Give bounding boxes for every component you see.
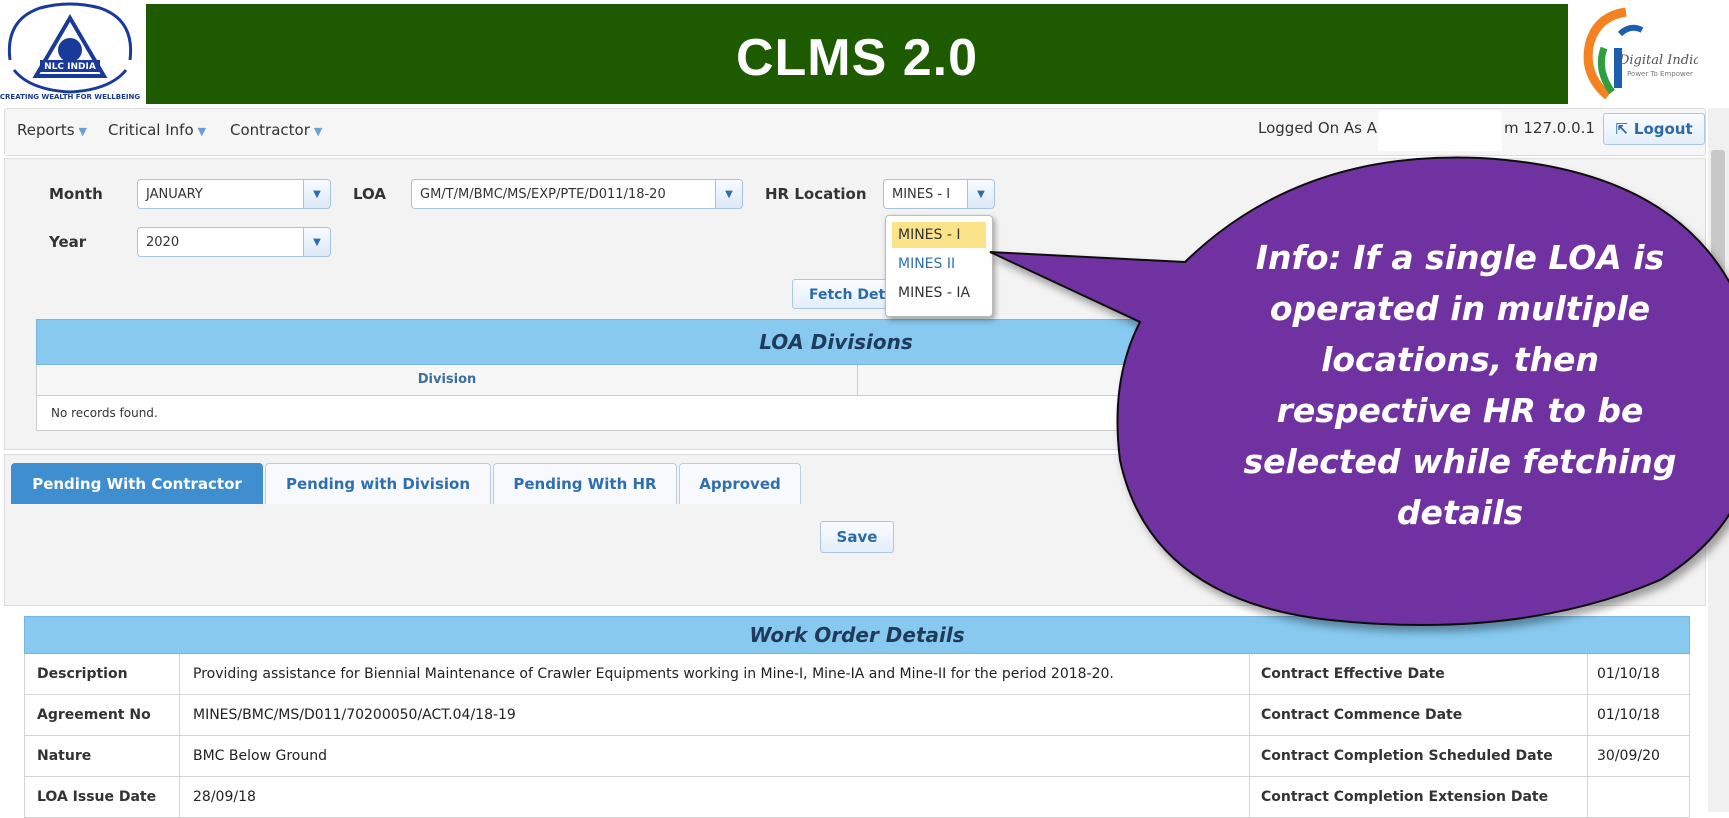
table-row: Nature BMC Below Ground Contract Complet… <box>24 736 1690 777</box>
callout-line: details <box>1396 493 1524 532</box>
month-label: Month <box>49 185 103 203</box>
chevron-down-icon[interactable]: ▼ <box>715 180 742 208</box>
menu-critical-info[interactable]: Critical Info ▼ <box>108 121 206 139</box>
field-label: Description <box>37 666 128 682</box>
menu-contractor[interactable]: Contractor ▼ <box>230 121 322 139</box>
year-select[interactable]: 2020 ▼ <box>137 227 331 257</box>
menu-reports[interactable]: Reports ▼ <box>17 121 87 139</box>
loa-select[interactable]: GM/T/M/BMC/MS/EXP/PTE/D011/18-20 ▼ <box>411 179 743 209</box>
menu-reports-label: Reports <box>17 121 75 139</box>
field-label: Contract Effective Date <box>1261 666 1445 682</box>
callout-line: respective HR to be <box>1276 391 1644 430</box>
info-callout: Info: If a single LOA is operated in mul… <box>1240 232 1680 538</box>
work-order-title: Work Order Details <box>24 616 1690 654</box>
field-value: Providing assistance for Biennial Mainte… <box>193 666 1114 682</box>
callout-line: Info: If a single LOA is <box>1255 238 1665 277</box>
header: NLC INDIA CREATING WEALTH FOR WELLBEING … <box>0 0 1729 104</box>
tab-pending-with-hr[interactable]: Pending With HR <box>493 463 677 504</box>
callout-line: locations, then <box>1321 340 1599 379</box>
loa-label: LOA <box>353 185 386 203</box>
hr-location-dropdown: MINES - I MINES II MINES - IA <box>885 215 993 317</box>
chevron-down-icon: ▼ <box>313 125 323 138</box>
hr-location-select[interactable]: MINES - I ▼ <box>883 179 995 209</box>
field-label: Contract Commence Date <box>1261 707 1463 723</box>
menu-bar: Reports ▼ Critical Info ▼ Contractor ▼ Logg… <box>4 108 1706 156</box>
field-label: LOA Issue Date <box>37 789 157 805</box>
field-value: 01/10/18 <box>1597 666 1660 682</box>
callout-line: selected while fetching <box>1243 442 1677 481</box>
work-order-details: Work Order Details Description Providing… <box>24 616 1690 818</box>
redacted-user <box>1378 111 1502 151</box>
hr-location-value: MINES - I <box>892 187 951 202</box>
logout-button[interactable]: ⇱ Logout <box>1603 113 1705 145</box>
digital-india-logo: Digital India Power To Empower <box>1583 7 1698 100</box>
logged-on-text: Logged On As A <box>1258 119 1378 137</box>
svg-text:Power To Empower: Power To Empower <box>1627 70 1693 78</box>
month-select[interactable]: JANUARY ▼ <box>137 179 331 209</box>
field-value: BMC Below Ground <box>193 748 327 764</box>
save-button[interactable]: Save <box>820 521 894 553</box>
field-value <box>1597 777 1687 817</box>
hr-option[interactable]: MINES II <box>892 251 986 277</box>
hr-location-label: HR Location <box>765 185 867 203</box>
chevron-down-icon[interactable]: ▼ <box>303 228 330 256</box>
svg-text:CREATING WEALTH FOR WELLBEING: CREATING WEALTH FOR WELLBEING <box>0 93 140 101</box>
year-value: 2020 <box>146 235 180 250</box>
chevron-down-icon: ▼ <box>197 125 207 138</box>
chevron-down-icon[interactable]: ▼ <box>303 180 330 208</box>
table-row: Agreement No MINES/BMC/MS/D011/70200050/… <box>24 695 1690 736</box>
logout-label: Logout <box>1633 120 1693 138</box>
external-link-icon: ⇱ <box>1615 120 1628 138</box>
nlc-india-logo: NLC INDIA CREATING WEALTH FOR WELLBEING <box>0 2 140 101</box>
svg-text:NLC INDIA: NLC INDIA <box>44 62 96 72</box>
tab-approved[interactable]: Approved <box>679 463 801 504</box>
menu-critical-info-label: Critical Info <box>108 121 194 139</box>
field-label: Contract Completion Scheduled Date <box>1261 748 1553 764</box>
field-value: 30/09/20 <box>1597 748 1660 764</box>
month-value: JANUARY <box>146 187 203 202</box>
field-label: Contract Completion Extension Date <box>1261 789 1549 805</box>
division-column-header[interactable]: Division <box>37 365 858 395</box>
scrollbar-thumb[interactable] <box>1711 150 1725 480</box>
title-banner: CLMS 2.0 <box>146 4 1568 104</box>
app-title: CLMS 2.0 <box>735 29 979 87</box>
tab-pending-with-contractor[interactable]: Pending With Contractor <box>11 463 263 504</box>
year-label: Year <box>49 233 87 251</box>
callout-line: operated in multiple <box>1269 289 1651 328</box>
hr-option[interactable]: MINES - IA <box>892 280 986 306</box>
field-label: Nature <box>37 748 92 764</box>
chevron-down-icon[interactable]: ▼ <box>967 180 994 208</box>
svg-text:Digital India: Digital India <box>1618 53 1698 68</box>
field-value: MINES/BMC/MS/D011/70200050/ACT.04/18-19 <box>193 707 516 723</box>
field-value: 28/09/18 <box>193 789 256 805</box>
loa-value: GM/T/M/BMC/MS/EXP/PTE/D011/18-20 <box>420 187 666 202</box>
field-value: 01/10/18 <box>1597 707 1660 723</box>
table-row: Description Providing assistance for Bie… <box>24 654 1690 695</box>
tab-pending-with-division[interactable]: Pending with Division <box>265 463 491 504</box>
menu-contractor-label: Contractor <box>230 121 310 139</box>
login-ip-text: m 127.0.0.1 <box>1504 119 1595 137</box>
field-label: Agreement No <box>37 707 151 723</box>
hr-option[interactable]: MINES - I <box>892 222 986 248</box>
chevron-down-icon: ▼ <box>78 125 88 138</box>
